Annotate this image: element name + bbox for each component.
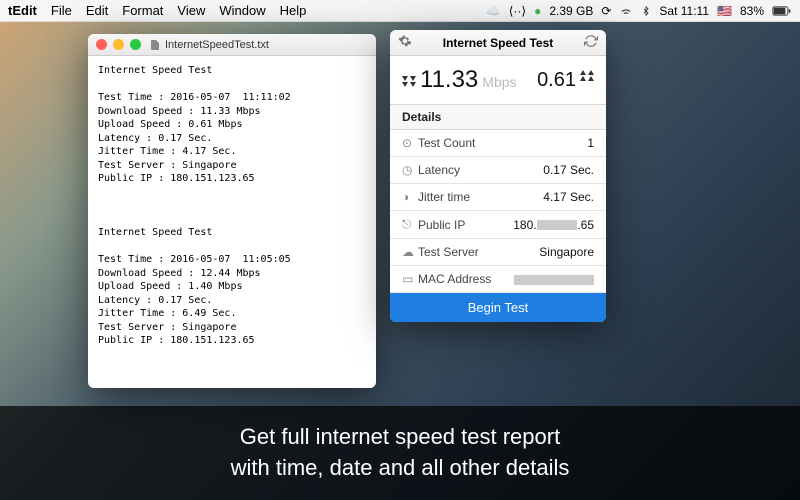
download-speed-value: 11.33 [420,66,478,94]
row-mac: ▭ MAC Address 00:00:00:00 [390,266,606,293]
begin-test-button[interactable]: Begin Test [390,293,606,322]
wifi-icon[interactable] [619,4,633,18]
menu-view[interactable]: View [177,3,205,18]
jitter-value: 4.17 Sec. [543,190,594,204]
latency-icon: ◷ [402,163,418,177]
server-value: Singapore [539,245,594,259]
details-header: Details [390,105,606,130]
battery-icon[interactable] [772,4,792,18]
ip-icon: ⎋ [402,217,418,232]
close-button[interactable] [96,39,107,50]
test-count-label: Test Count [418,136,475,150]
jitter-icon: ◑ [402,190,418,204]
textedit-body[interactable]: Internet Speed Test Test Time : 2016-05-… [88,56,376,356]
server-label: Test Server [418,245,479,259]
speed-test-title: Internet Speed Test [443,36,553,50]
cloud-icon[interactable]: ☁️ [486,4,501,18]
document-title: InternetSpeedTest.txt [149,39,269,51]
menu-window[interactable]: Window [219,3,265,18]
sync-icon[interactable]: ⟳ [601,4,611,18]
settings-icon[interactable] [398,34,412,51]
speed-readout: 11.33 Mbps 0.61 [390,56,606,105]
row-jitter: ◑ Jitter time 4.17 Sec. [390,184,606,211]
server-icon: ☁ [402,245,418,259]
marketing-caption: Get full internet speed test report with… [0,406,800,500]
zoom-button[interactable] [130,39,141,50]
textedit-window: InternetSpeedTest.txt Internet Speed Tes… [88,34,376,388]
mac-label: MAC Address [418,272,491,286]
download-arrow-icon [402,71,416,92]
refresh-icon[interactable] [584,34,598,51]
status-dot-icon[interactable]: ● [534,4,541,18]
row-server: ☁ Test Server Singapore [390,239,606,266]
app-name[interactable]: tEdit [8,3,37,18]
speed-test-titlebar: Internet Speed Test [390,30,606,56]
minimize-button[interactable] [113,39,124,50]
filename-label: InternetSpeedTest.txt [165,39,269,51]
row-test-count: ⊙ Test Count 1 [390,130,606,157]
menu-file[interactable]: File [51,3,72,18]
clock-text[interactable]: Sat 11:11 [659,4,709,18]
mac-icon: ▭ [402,272,418,286]
upload-arrow-icon [580,70,594,91]
menu-format[interactable]: Format [122,3,163,18]
caption-line-1: Get full internet speed test report [20,422,780,453]
menu-extra-icon[interactable]: ⟨··⟩ [509,4,526,18]
row-latency: ◷ Latency 0.17 Sec. [390,157,606,184]
menu-edit[interactable]: Edit [86,3,108,18]
caption-line-2: with time, date and all other details [20,453,780,484]
upload-speed-value: 0.61 [537,69,576,92]
battery-text[interactable]: 83% [740,4,764,18]
public-ip-label: Public IP [418,218,465,232]
download-speed-unit: Mbps [482,74,516,90]
counter-icon: ⊙ [402,136,418,150]
public-ip-value: 180.00.000.65 [513,218,594,232]
menubar: tEdit File Edit Format View Window Help … [0,0,800,22]
menu-help[interactable]: Help [280,3,307,18]
flag-icon[interactable]: 🇺🇸 [717,4,732,18]
latency-label: Latency [418,163,460,177]
row-public-ip: ⎋ Public IP 180.00.000.65 [390,211,606,239]
mac-value: 00:00:00:00 [514,272,594,286]
jitter-label: Jitter time [418,190,470,204]
textedit-titlebar[interactable]: InternetSpeedTest.txt [88,34,376,56]
speed-test-window: Internet Speed Test 11.33 Mbps 0.61 Deta… [390,30,606,322]
test-count-value: 1 [587,136,594,150]
latency-value: 0.17 Sec. [543,163,594,177]
bluetooth-icon[interactable] [641,4,651,18]
memory-status[interactable]: 2.39 GB [549,4,593,18]
